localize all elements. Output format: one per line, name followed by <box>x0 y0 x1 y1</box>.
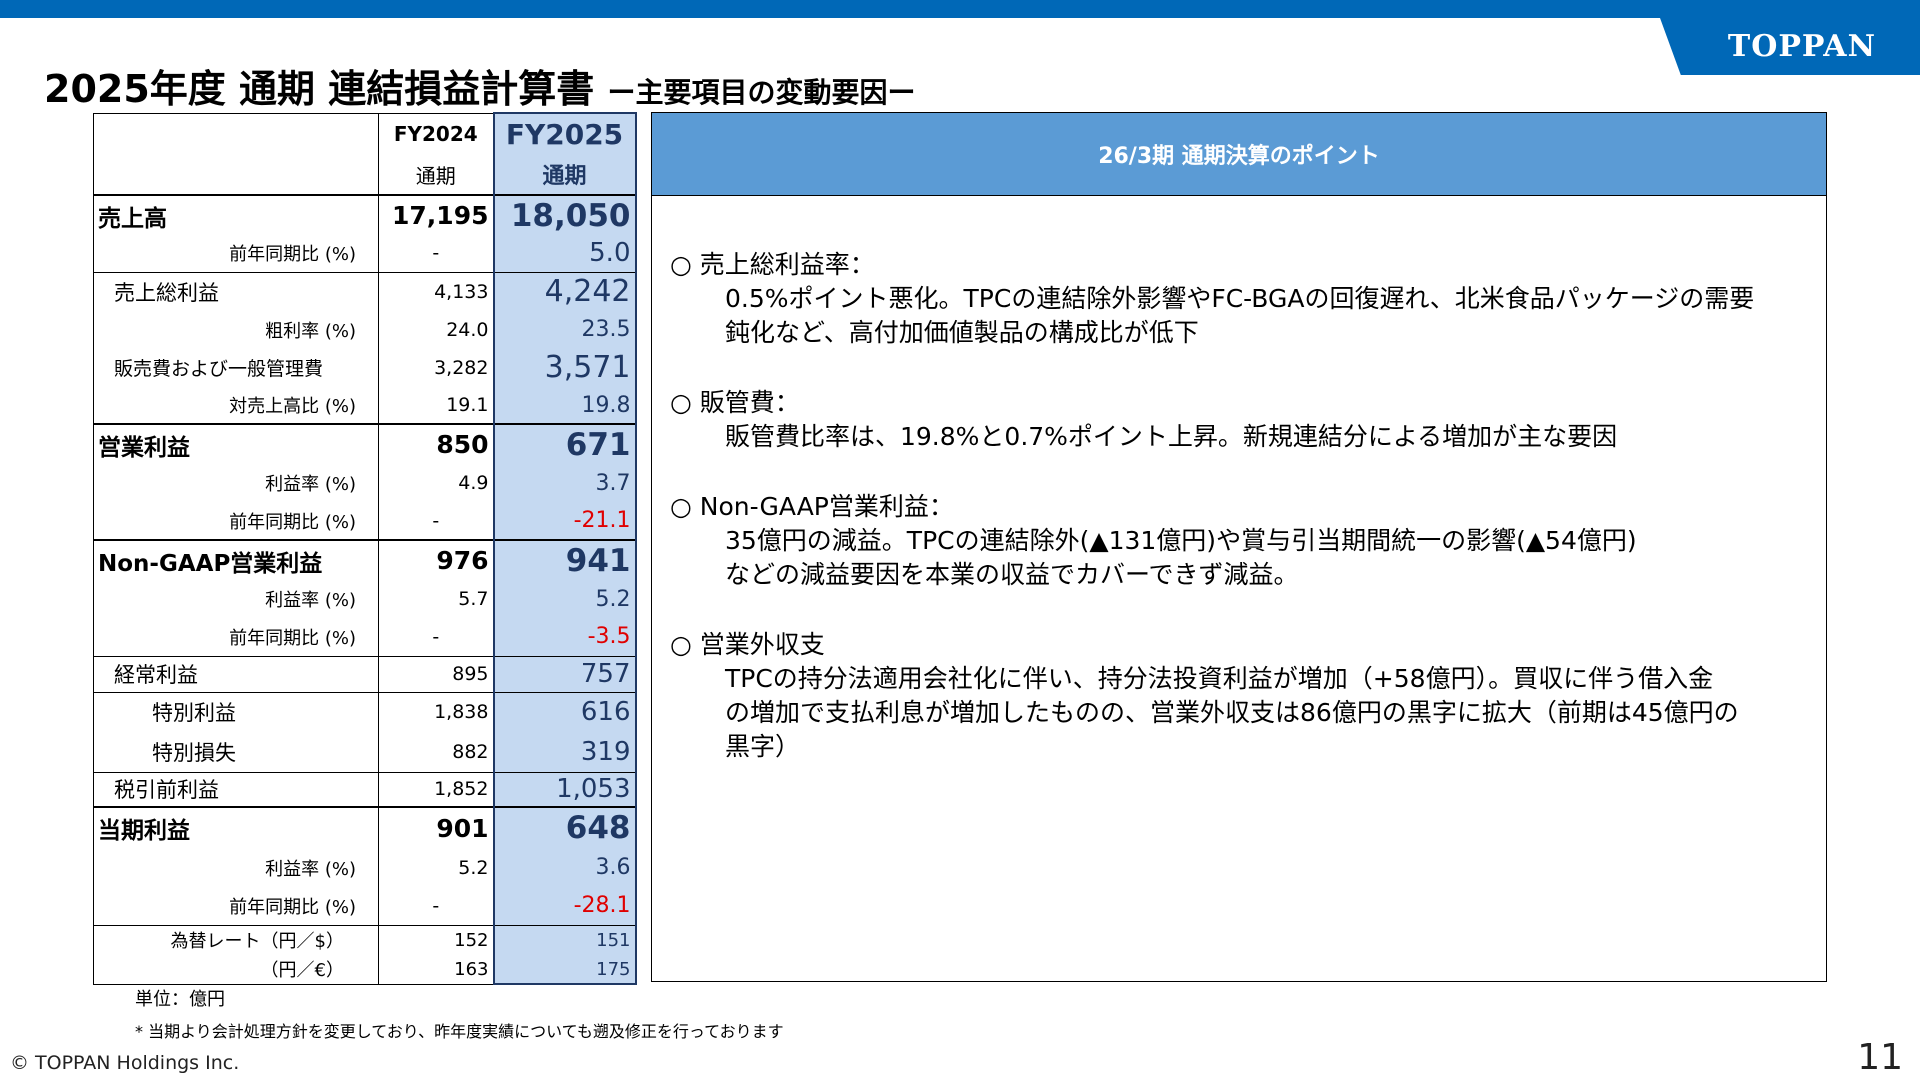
title-sub: ー主要項目の変動要因ー <box>607 76 916 109</box>
table-row: 特別損失 882 319 <box>93 732 637 772</box>
panel-title: 26/3期 通期決算のポイント <box>652 113 1826 196</box>
header-row-years: FY2024 FY2025 <box>93 112 637 154</box>
point-gross-margin: ○ 売上総利益率： 0.5%ポイント悪化。TPCの連結除外影響やFC-BGAの回… <box>670 248 1800 350</box>
table-row: Non-GAAP営業利益 976 941 <box>93 539 637 580</box>
table-row: 粗利率 (%) 24.0 23.5 <box>93 311 637 348</box>
point-line: の増加で支払利息が増加したものの、営業外収支は86億円の黒字に拡大（前期は45億… <box>725 698 1739 727</box>
toppan-logo: TOPPAN <box>1727 29 1876 64</box>
footnote: * 当期より会計処理方針を変更しており、昨年度実績についても遡及修正を行っており… <box>135 1022 784 1041</box>
table-row: 利益率 (%) 5.2 3.6 <box>93 848 637 887</box>
points-list: ○ 売上総利益率： 0.5%ポイント悪化。TPCの連結除外影響やFC-BGAの回… <box>670 248 1800 800</box>
table-row: 前年同期比 (%) - -28.1 <box>93 887 637 925</box>
page-title: 2025年度 通期 連結損益計算書 ー主要項目の変動要因ー <box>44 58 915 113</box>
copyright: © TOPPAN Holdings Inc. <box>10 1052 240 1074</box>
point-heading: ○ Non-GAAP営業利益： <box>670 492 954 521</box>
point-heading: ○ 営業外収支 <box>670 630 825 659</box>
table-row: 前年同期比 (%) - -3.5 <box>93 618 637 656</box>
key-points-panel: 26/3期 通期決算のポイント ○ 売上総利益率： 0.5%ポイント悪化。TPC… <box>651 112 1827 982</box>
point-heading: ○ 販管費： <box>670 388 800 417</box>
page-number: 11 <box>1857 1037 1903 1078</box>
table-row: 税引前利益 1,852 1,053 <box>93 771 637 807</box>
point-sga: ○ 販管費： 販管費比率は、19.8%と0.7%ポイント上昇。新規連結分による増… <box>670 386 1800 454</box>
point-non-gaap: ○ Non-GAAP営業利益： 35億円の減益。TPCの連結除外(▲131億円)… <box>670 490 1800 592</box>
top-brand-bar <box>0 0 1920 18</box>
income-statement-table: FY2024 FY2025 通期 通期 売上高 17,195 18,050 前年… <box>93 112 637 985</box>
table-row: 経常利益 895 757 <box>93 655 637 692</box>
logo-tab: TOPPAN <box>1660 18 1920 75</box>
table-row: 販売費および一般管理費 3,282 3,571 <box>93 348 637 387</box>
point-line: 黒字） <box>725 732 801 761</box>
table-row: 特別利益 1,838 616 <box>93 691 637 732</box>
col-fy2024-period: 通期 <box>378 154 494 195</box>
header-row-period: 通期 通期 <box>93 154 637 195</box>
table-row: 前年同期比 (%) - 5.0 <box>93 235 637 272</box>
col-fy2024: FY2024 <box>378 112 494 154</box>
table-row: 前年同期比 (%) - -21.1 <box>93 502 637 540</box>
point-line: TPCの持分法適用会社化に伴い、持分法投資利益が増加（+58億円）。買収に伴う借… <box>725 664 1714 693</box>
title-main: 2025年度 通期 連結損益計算書 <box>44 67 595 111</box>
table-row: 利益率 (%) 5.7 5.2 <box>93 580 637 618</box>
table-row: 利益率 (%) 4.9 3.7 <box>93 464 637 502</box>
point-line: 販管費比率は、19.8%と0.7%ポイント上昇。新規連結分による増加が主な要因 <box>725 422 1618 451</box>
unit-note: 単位：億円 <box>135 989 225 1010</box>
table-row: 為替レート（円／$） 152 151 <box>93 924 637 955</box>
table-row: （円／€） 163 175 <box>93 955 637 985</box>
point-heading: ○ 売上総利益率： <box>670 250 875 279</box>
table-row: 売上総利益 4,133 4,242 <box>93 271 637 311</box>
table-row: 売上高 17,195 18,050 <box>93 194 637 235</box>
point-non-operating: ○ 営業外収支 TPCの持分法適用会社化に伴い、持分法投資利益が増加（+58億円… <box>670 628 1800 764</box>
table-row: 営業利益 850 671 <box>93 423 637 464</box>
point-line: 0.5%ポイント悪化。TPCの連結除外影響やFC-BGAの回復遅れ、北米食品パッ… <box>725 284 1755 313</box>
col-fy2025-period: 通期 <box>492 154 637 195</box>
col-fy2025: FY2025 <box>492 112 637 154</box>
point-line: 鈍化など、高付加価値製品の構成比が低下 <box>725 318 1199 347</box>
point-line: などの減益要因を本業の収益でカバーできず減益。 <box>725 560 1299 589</box>
table-row: 当期利益 901 648 <box>93 806 637 848</box>
table-row: 対売上高比 (%) 19.1 19.8 <box>93 387 637 424</box>
point-line: 35億円の減益。TPCの連結除外(▲131億円)や賞与引当期間統一の影響(▲54… <box>725 526 1637 555</box>
